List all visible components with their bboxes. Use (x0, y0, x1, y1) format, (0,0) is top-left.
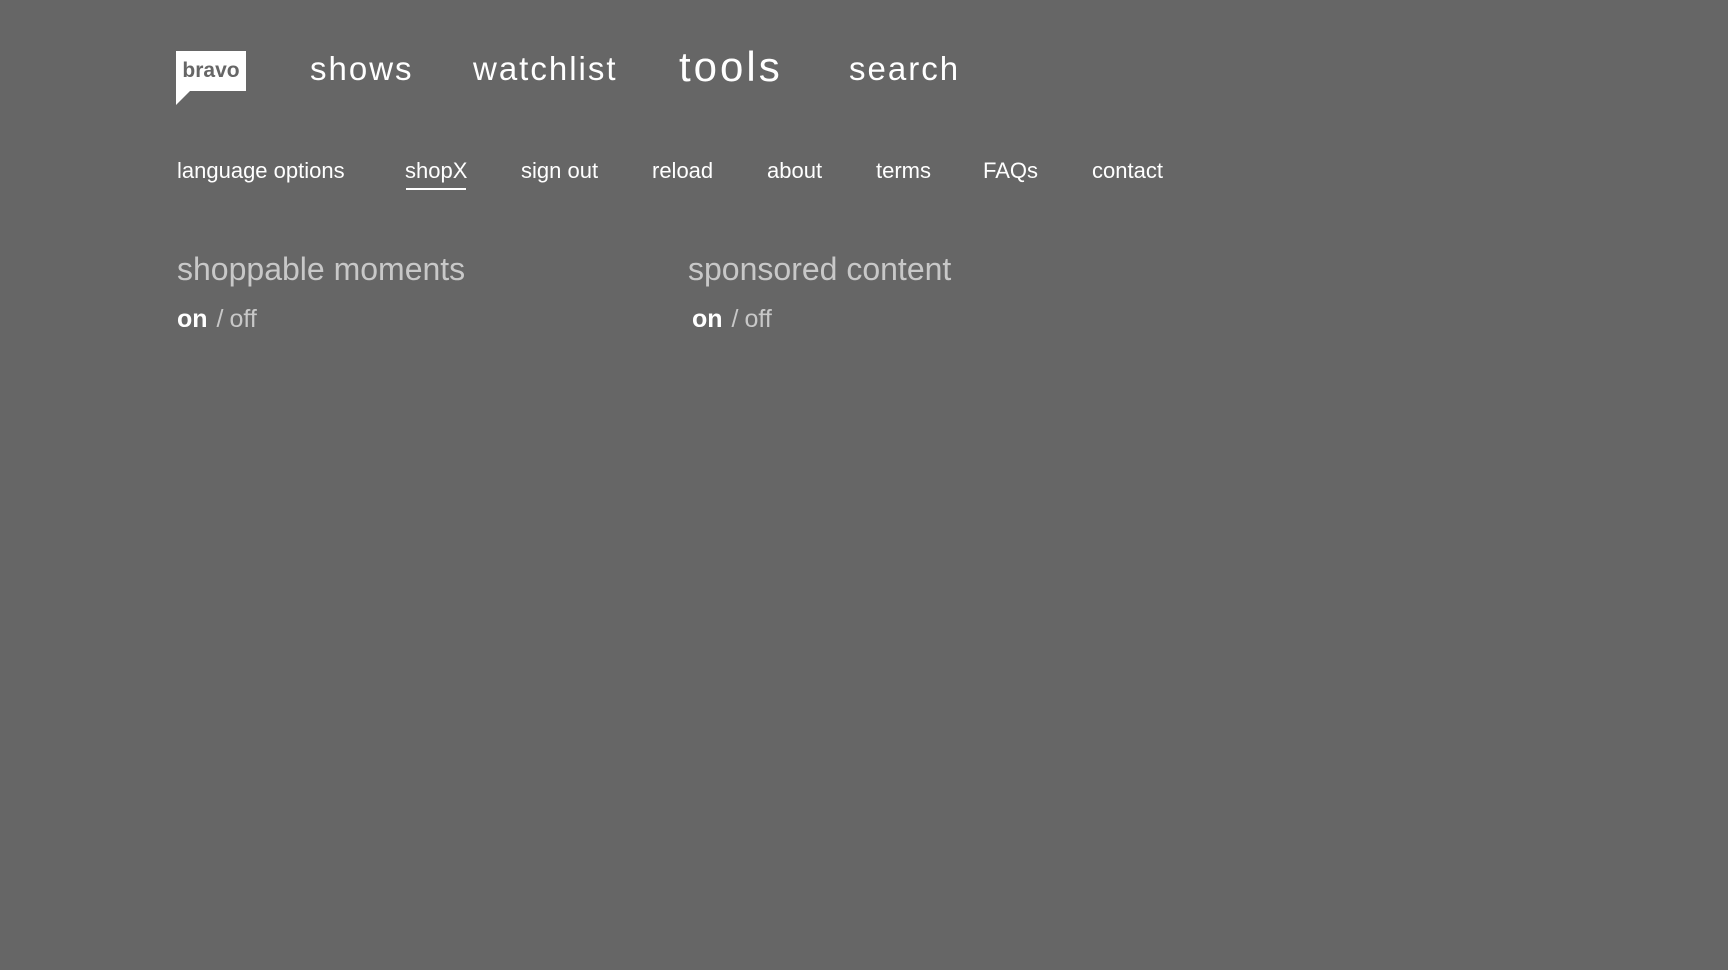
nav-watchlist[interactable]: watchlist (473, 44, 618, 94)
tab-terms[interactable]: terms (876, 157, 931, 185)
bravo-logo[interactable]: bravo (176, 51, 246, 105)
logo-text: bravo (182, 59, 239, 82)
toggle-separator: / (731, 305, 739, 333)
sponsored-content-title: sponsored content (688, 251, 952, 287)
tab-contact[interactable]: contact (1092, 157, 1163, 185)
shoppable-moments-on-option[interactable]: on (177, 305, 208, 333)
nav-search[interactable]: search (849, 44, 960, 94)
sponsored-content-toggle: on / off (692, 302, 772, 336)
tab-language-options[interactable]: language options (177, 157, 345, 185)
toggle-separator: / (216, 305, 224, 333)
tab-sign-out[interactable]: sign out (521, 157, 598, 185)
shoppable-moments-off-option[interactable]: off (230, 305, 257, 333)
sponsored-content-off-option[interactable]: off (745, 305, 772, 333)
tab-shopx[interactable]: shopX (405, 157, 467, 190)
tab-reload[interactable]: reload (652, 157, 713, 185)
nav-shows[interactable]: shows (310, 44, 414, 94)
shoppable-moments-toggle: on / off (177, 302, 257, 336)
nav-tools[interactable]: tools (679, 42, 783, 92)
shoppable-moments-title: shoppable moments (177, 251, 466, 287)
tools-page: bravo shows watchlist tools search langu… (0, 0, 1728, 970)
tab-about[interactable]: about (767, 157, 822, 185)
sponsored-content-on-option[interactable]: on (692, 305, 723, 333)
tab-faqs[interactable]: FAQs (983, 157, 1038, 185)
